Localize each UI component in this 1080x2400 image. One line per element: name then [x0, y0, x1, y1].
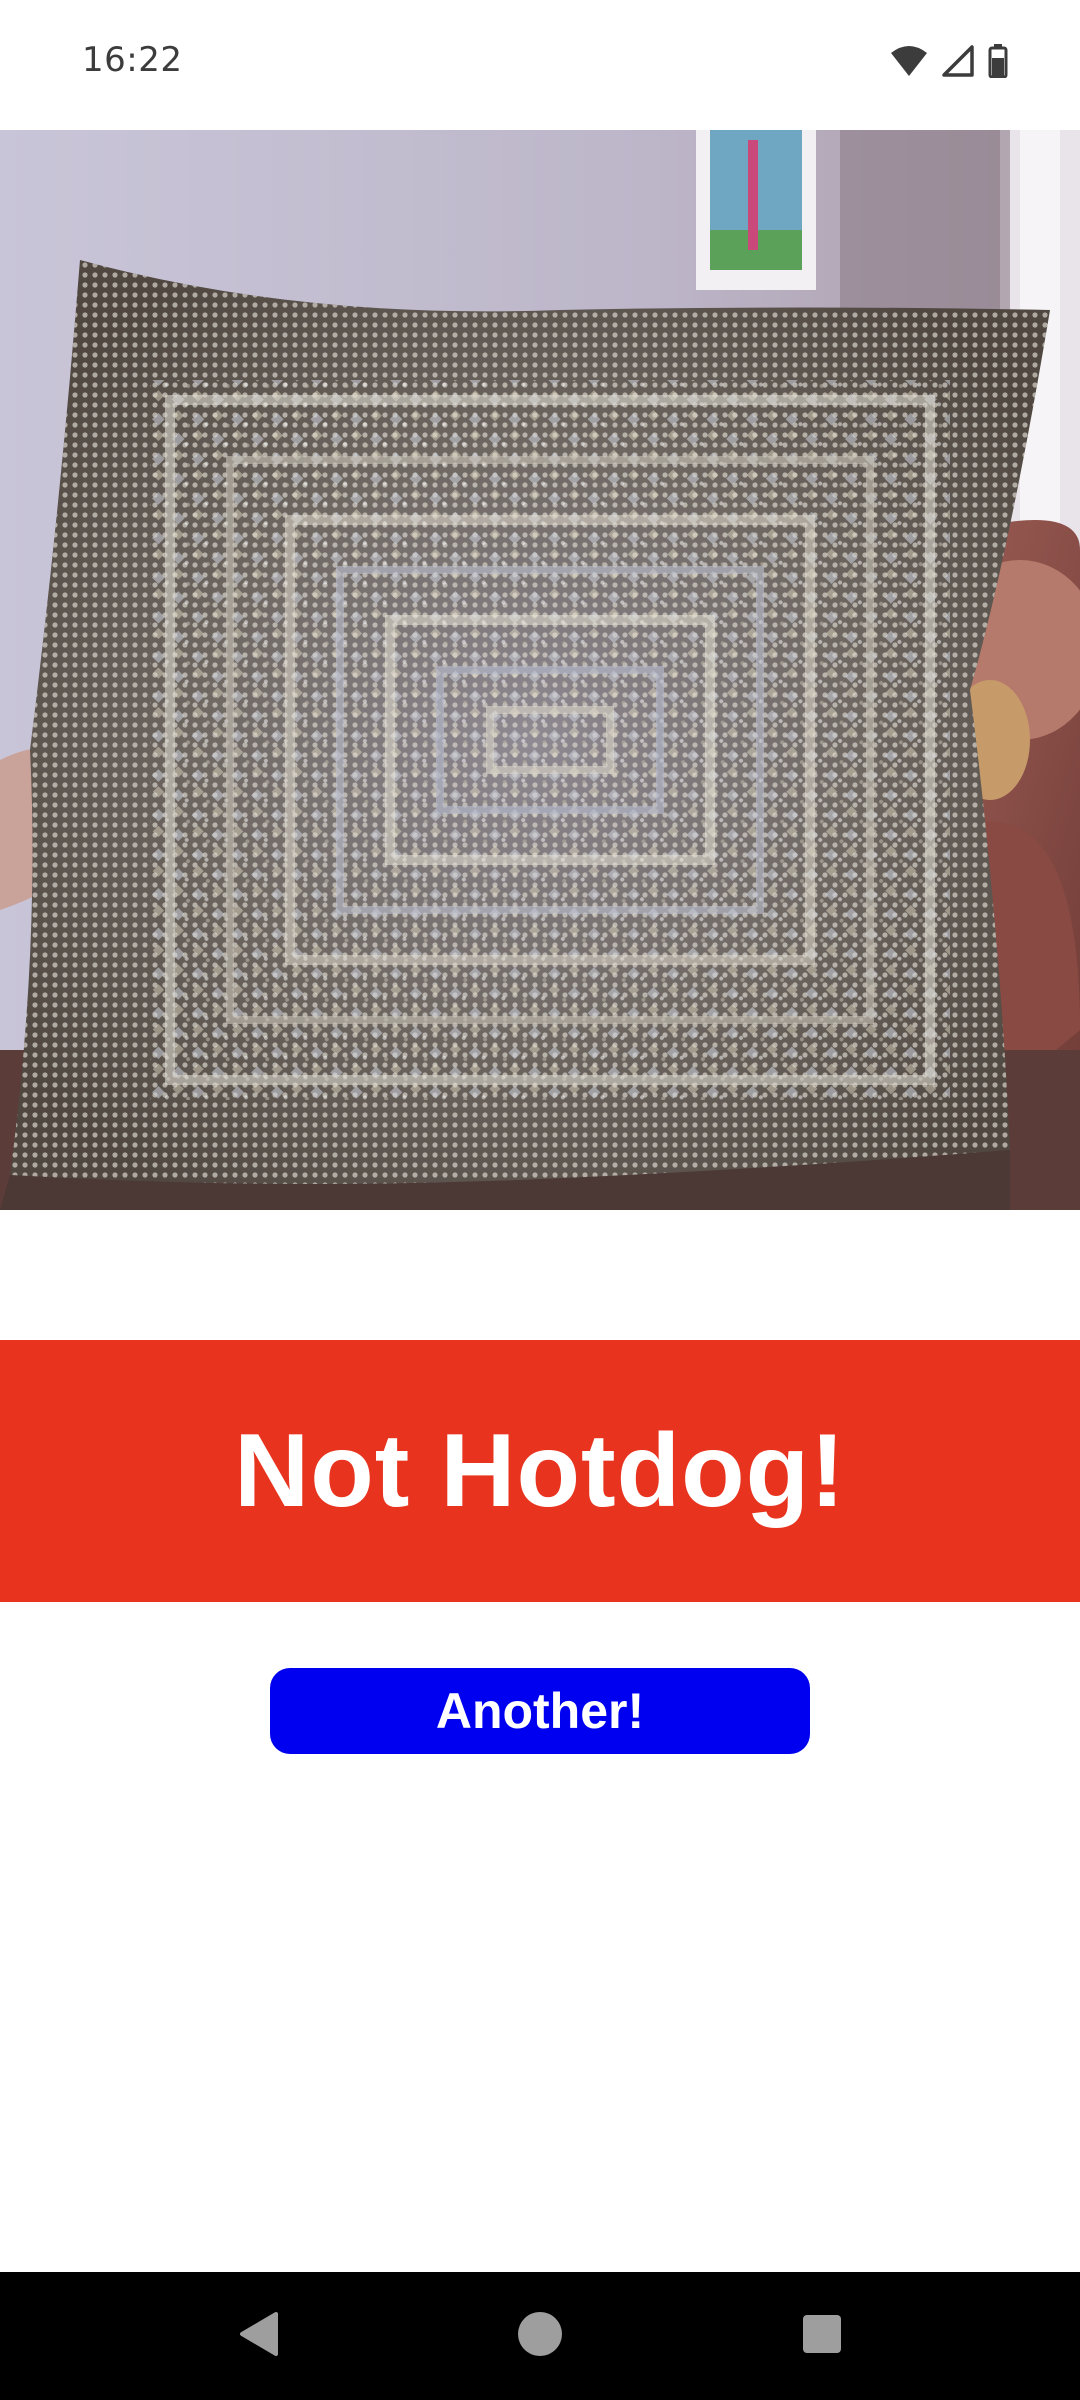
navigation-bar [0, 2272, 1080, 2400]
result-banner: Not Hotdog! [0, 1340, 1080, 1602]
recents-icon [801, 2313, 843, 2360]
back-icon [236, 2310, 280, 2363]
status-time: 16:22 [82, 40, 183, 80]
result-label: Not Hotdog! [234, 1412, 846, 1529]
cell-signal-icon [942, 45, 974, 77]
another-button-label: Another! [435, 1683, 645, 1739]
home-icon [515, 2309, 565, 2364]
wifi-icon [890, 45, 928, 77]
status-icons [890, 44, 1008, 78]
captured-photo [0, 130, 1080, 1210]
battery-icon [988, 44, 1008, 78]
another-button[interactable]: Another! [270, 1668, 810, 1754]
recents-button[interactable] [762, 2272, 882, 2400]
home-button[interactable] [480, 2272, 600, 2400]
status-bar: 16:22 [0, 0, 1080, 130]
back-button[interactable] [198, 2272, 318, 2400]
